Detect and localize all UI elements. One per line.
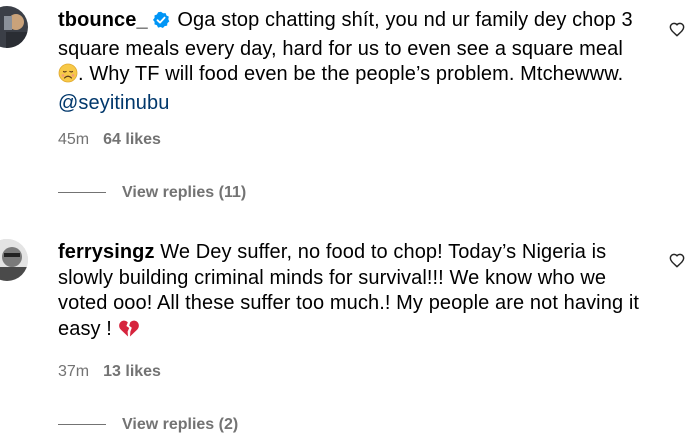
comment-username[interactable]: ferrysingz — [58, 241, 155, 263]
comment-username[interactable]: tbounce_ — [58, 9, 148, 31]
disappointed-face-icon — [58, 63, 78, 91]
verified-badge-icon — [152, 11, 170, 37]
avatar[interactable] — [0, 6, 28, 48]
view-replies-button[interactable]: View replies (11) — [58, 183, 246, 203]
broken-heart-icon — [118, 318, 140, 346]
view-replies-label[interactable]: View replies (2) — [122, 416, 238, 433]
replies-divider — [58, 424, 106, 426]
mention-link[interactable]: @seyitinubu — [58, 92, 169, 114]
comment-time[interactable]: 37m — [58, 363, 89, 380]
comment-meta: 45m 64 likes — [58, 130, 161, 150]
avatar[interactable] — [0, 239, 28, 281]
view-replies-label[interactable]: View replies (11) — [122, 184, 246, 201]
comment-likes[interactable]: 13 likes — [103, 363, 161, 380]
comment-body: ferrysingz We Dey suffer, no food to cho… — [58, 240, 648, 345]
comment-time[interactable]: 45m — [58, 131, 89, 148]
replies-divider — [58, 192, 106, 194]
comment-likes[interactable]: 64 likes — [103, 131, 161, 148]
comment-meta: 37m 13 likes — [58, 362, 161, 382]
comment-body: tbounce_ Oga stop chatting shít, you nd … — [58, 8, 648, 116]
like-heart-icon[interactable] — [669, 253, 685, 269]
comment-text-continued: . Why TF will food even be the people’s … — [78, 63, 624, 85]
view-replies-button[interactable]: View replies (2) — [58, 415, 238, 435]
like-heart-icon[interactable] — [669, 22, 685, 38]
